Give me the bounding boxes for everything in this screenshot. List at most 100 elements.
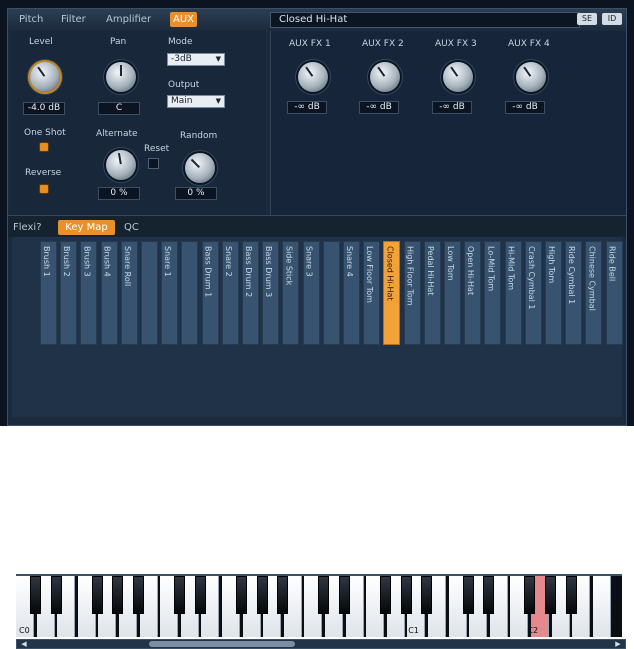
- black-key[interactable]: [462, 576, 474, 614]
- output-label: Output: [168, 80, 200, 90]
- sample-lane-label: Snare Roll: [122, 246, 132, 287]
- sample-lane-label: Brush 1: [42, 246, 51, 277]
- header-button-se[interactable]: SE: [577, 13, 597, 25]
- white-key[interactable]: [592, 576, 611, 637]
- sample-lane[interactable]: Crash Cymbal 1: [524, 241, 542, 345]
- sample-lane[interactable]: Snare 4: [343, 241, 360, 345]
- black-key[interactable]: [483, 576, 495, 614]
- aux-fx-2-value: -∞ dB: [359, 101, 399, 114]
- scrollbar-thumb[interactable]: [149, 641, 295, 647]
- black-key[interactable]: [194, 576, 206, 614]
- black-key[interactable]: [380, 576, 392, 614]
- level-knob[interactable]: [30, 62, 60, 92]
- sample-lane[interactable]: Snare 3: [302, 241, 320, 345]
- pan-value: C: [98, 102, 140, 115]
- aux-fx-section: AUX FX 1 -∞ dB AUX FX 2 -∞ dB AUX FX 3 -…: [270, 31, 626, 215]
- key-label-c2: C2: [527, 626, 539, 635]
- sample-lane[interactable]: Snare 1: [161, 241, 179, 345]
- sample-lane[interactable]: Pedal Hi-Hat: [423, 241, 441, 345]
- top-tab-bar: Pitch Filter Amplifier AUX Closed Hi-Hat…: [8, 9, 626, 31]
- sample-lane-label: Brush 3: [82, 246, 92, 277]
- one-shot-label: One Shot: [24, 128, 66, 138]
- black-key[interactable]: [421, 576, 433, 614]
- sample-lane-label: Ride Bell: [607, 246, 617, 282]
- sample-lane-label: Ride Cymbal 1: [567, 246, 577, 305]
- sample-lane[interactable]: Hi-Mid Tom: [504, 241, 522, 345]
- sample-lane[interactable]: [141, 241, 158, 345]
- sample-lane[interactable]: Low Floor Tom: [363, 241, 381, 345]
- reset-button[interactable]: [148, 158, 159, 169]
- reverse-toggle[interactable]: [39, 184, 49, 194]
- aux-fx-1-value: -∞ dB: [287, 101, 327, 114]
- black-key[interactable]: [400, 576, 412, 614]
- sample-lane[interactable]: Snare 2: [221, 241, 239, 345]
- tab-filter[interactable]: Filter: [58, 12, 89, 27]
- sample-lane-label: Low Tom: [446, 246, 455, 281]
- sample-lane[interactable]: High Tom: [545, 241, 562, 345]
- scroll-left-icon[interactable]: ◀: [19, 640, 29, 648]
- sample-lane[interactable]: Chinese Cymbal: [585, 241, 603, 345]
- black-key[interactable]: [91, 576, 103, 614]
- sample-lane-label: Snare 1: [163, 246, 173, 277]
- sample-lane[interactable]: [322, 241, 340, 345]
- black-key[interactable]: [174, 576, 186, 614]
- sample-lane[interactable]: Bass Drum 3: [262, 241, 280, 345]
- sample-lane[interactable]: Low Tom: [444, 241, 461, 345]
- sample-lane[interactable]: Brush 4: [100, 241, 118, 345]
- black-key[interactable]: [339, 576, 350, 614]
- sample-lane[interactable]: Closed Hi-Hat: [383, 241, 401, 345]
- tab-pitch[interactable]: Pitch: [16, 12, 46, 27]
- black-key[interactable]: [133, 576, 144, 614]
- one-shot-toggle[interactable]: [39, 142, 49, 152]
- sample-lane[interactable]: Ride Cymbal 1: [565, 241, 583, 345]
- mode-label: Mode: [168, 37, 193, 47]
- piano-keyboard: C0 C1 C2: [16, 574, 622, 637]
- black-key[interactable]: [318, 576, 330, 614]
- tab-qc[interactable]: QC: [121, 220, 142, 235]
- sample-lane[interactable]: Brush 3: [80, 241, 98, 345]
- scroll-right-icon[interactable]: ▶: [613, 640, 623, 648]
- aux-fx-1-knob[interactable]: [298, 62, 328, 92]
- horizontal-scrollbar[interactable]: ◀ ▶: [16, 639, 626, 649]
- sample-lane[interactable]: Bass Drum 2: [242, 241, 259, 345]
- black-key[interactable]: [565, 576, 577, 614]
- sample-lane[interactable]: Snare Roll: [120, 241, 138, 345]
- sample-lane[interactable]: Open Hi-Hat: [464, 241, 482, 345]
- black-key[interactable]: [112, 576, 124, 614]
- pan-knob[interactable]: [106, 62, 136, 92]
- preset-name: Closed Hi-Hat: [270, 12, 580, 28]
- sample-lane-label: Bass Drum 3: [264, 246, 274, 298]
- black-key[interactable]: [524, 576, 536, 614]
- black-key[interactable]: [277, 576, 289, 614]
- black-key[interactable]: [50, 576, 62, 614]
- sample-lane[interactable]: Bass Drum 1: [201, 241, 219, 345]
- reset-label: Reset: [144, 144, 170, 154]
- sample-lane[interactable]: High Floor Tom: [403, 241, 421, 345]
- output-dropdown[interactable]: Main: [167, 95, 225, 108]
- sample-lane[interactable]: Brush 2: [60, 241, 78, 345]
- sample-lane[interactable]: Brush 1: [40, 241, 57, 345]
- sample-lane-label: Brush 2: [62, 246, 72, 277]
- sample-lane[interactable]: Side Stick: [282, 241, 300, 345]
- sample-lane-label: Lo-Mid Tom: [486, 246, 496, 292]
- sample-lane[interactable]: Lo-Mid Tom: [484, 241, 502, 345]
- black-key[interactable]: [256, 576, 268, 614]
- sample-lane[interactable]: [181, 241, 199, 345]
- tab-aux[interactable]: AUX: [170, 12, 198, 27]
- aux-fx-4-knob[interactable]: [516, 62, 546, 92]
- aux-fx-2-knob[interactable]: [370, 62, 400, 92]
- header-button-id[interactable]: ID: [602, 13, 622, 25]
- tab-amplifier[interactable]: Amplifier: [103, 12, 154, 27]
- black-key[interactable]: [236, 576, 247, 614]
- black-key[interactable]: [30, 576, 41, 614]
- sample-lane-label: Pedal Hi-Hat: [425, 246, 435, 296]
- tab-flexi[interactable]: Flexi?: [10, 220, 45, 235]
- alternate-knob[interactable]: [106, 150, 136, 180]
- mode-dropdown[interactable]: -3dB: [167, 53, 225, 66]
- random-knob[interactable]: [185, 153, 215, 183]
- sample-lane-label: High Floor Tom: [405, 246, 415, 306]
- tab-key-map[interactable]: Key Map: [58, 220, 115, 235]
- black-key[interactable]: [545, 576, 556, 614]
- aux-fx-3-knob[interactable]: [443, 62, 473, 92]
- sample-lane[interactable]: Ride Bell: [605, 241, 623, 345]
